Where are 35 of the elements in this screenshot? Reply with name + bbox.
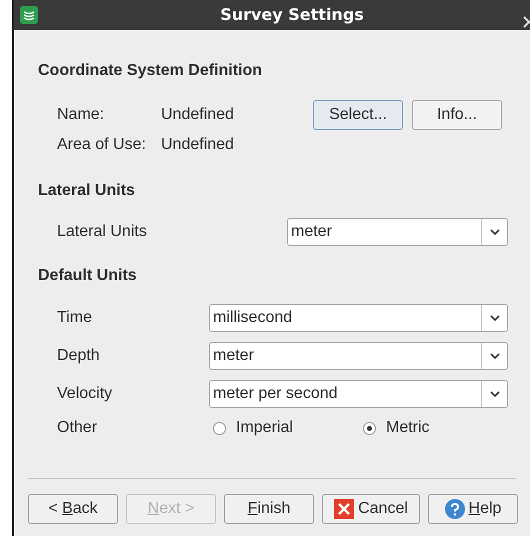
field-label: Lateral Units — [57, 222, 148, 242]
radio-label: Metric — [386, 418, 430, 438]
dialog-button[interactable]: Cancel — [322, 494, 420, 524]
window-title: Survey Settings — [220, 4, 364, 26]
field-label: Other — [57, 418, 98, 438]
app-icon — [20, 6, 38, 24]
chevron-down-icon — [490, 391, 500, 397]
section-heading: Coordinate System Definition — [38, 61, 262, 81]
dropdown[interactable]: millisecond — [209, 304, 508, 332]
dialog-button[interactable]: Select... — [313, 100, 403, 130]
radio-button[interactable] — [213, 422, 226, 434]
field-label: Velocity — [57, 384, 114, 404]
dialog-button[interactable]: Finish — [224, 494, 314, 524]
section-heading: Lateral Units — [38, 181, 135, 201]
dialog-button[interactable]: < Back — [28, 494, 118, 524]
chevron-down-icon — [490, 315, 500, 321]
section-heading: Default Units — [38, 266, 137, 286]
field-label: Depth — [57, 346, 101, 366]
field-label: Name: — [57, 105, 106, 125]
dropdown[interactable]: meter per second — [209, 380, 508, 408]
field-label: Area of Use: — [57, 135, 147, 155]
close-icon[interactable] — [523, 16, 530, 28]
chevron-down-icon — [490, 353, 500, 359]
chevron-down-icon — [490, 229, 500, 235]
radio-label: Imperial — [236, 418, 293, 438]
field-label: Time — [57, 308, 93, 328]
field-value: Undefined — [161, 135, 234, 155]
help-icon — [444, 499, 465, 519]
dropdown[interactable]: meter — [209, 342, 508, 370]
radio-button[interactable] — [363, 422, 376, 434]
dropdown[interactable]: meter — [287, 218, 508, 246]
cancel-icon — [334, 499, 354, 519]
dialog-button[interactable]: Info... — [412, 100, 502, 130]
field-value: Undefined — [161, 105, 235, 125]
dialog-button[interactable]: Help — [428, 494, 518, 524]
